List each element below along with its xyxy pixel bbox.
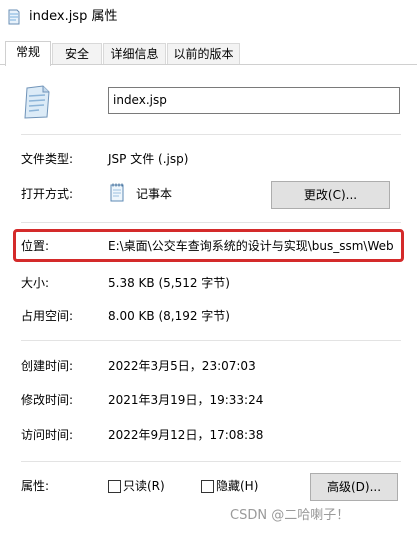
open-with-value: 记事本 bbox=[136, 187, 173, 201]
readonly-checkbox[interactable] bbox=[108, 480, 121, 493]
location-label: 位置: bbox=[21, 239, 50, 253]
accessed-label: 访问时间: bbox=[21, 428, 74, 442]
modified-label: 修改时间: bbox=[21, 393, 74, 407]
tab-previous-versions[interactable]: 以前的版本 bbox=[167, 43, 240, 65]
created-label: 创建时间: bbox=[21, 359, 74, 373]
advanced-button[interactable]: 高级(D)... bbox=[310, 473, 398, 501]
size-label: 大小: bbox=[21, 276, 50, 290]
size-value: 5.38 KB (5,512 字节) bbox=[108, 276, 230, 290]
tab-security[interactable]: 安全 bbox=[52, 43, 102, 65]
tab-details[interactable]: 详细信息 bbox=[103, 43, 166, 65]
divider bbox=[21, 134, 401, 135]
size-on-disk-value: 8.00 KB (8,192 字节) bbox=[108, 309, 230, 323]
accessed-value: 2022年9月12日，17:08:38 bbox=[108, 428, 264, 442]
title-bar: index.jsp 属性 bbox=[0, 0, 417, 34]
size-on-disk-label: 占用空间: bbox=[21, 309, 74, 323]
divider bbox=[21, 340, 401, 341]
divider bbox=[21, 222, 401, 223]
jsp-file-icon bbox=[24, 85, 50, 119]
file-name-field[interactable]: index.jsp bbox=[108, 87, 400, 114]
hidden-label[interactable]: 隐藏(H) bbox=[216, 478, 258, 494]
file-type-label: 文件类型: bbox=[21, 152, 74, 166]
change-button[interactable]: 更改(C)... bbox=[271, 181, 390, 209]
created-value: 2022年3月5日，23:07:03 bbox=[108, 359, 256, 373]
open-with-label: 打开方式: bbox=[21, 187, 74, 201]
tab-general[interactable]: 常规 bbox=[5, 41, 51, 66]
tab-strip: 常规 安全 详细信息 以前的版本 bbox=[0, 41, 417, 66]
file-type-value: JSP 文件 (.jsp) bbox=[108, 152, 189, 166]
readonly-label[interactable]: 只读(R) bbox=[123, 478, 165, 494]
divider bbox=[21, 461, 401, 462]
watermark: CSDN @二哈喇子！ bbox=[230, 508, 350, 523]
window-title: index.jsp 属性 bbox=[29, 9, 118, 24]
modified-value: 2021年3月19日，19:33:24 bbox=[108, 393, 264, 407]
notepad-icon bbox=[110, 183, 124, 202]
jsp-file-icon bbox=[8, 9, 20, 25]
attributes-label: 属性: bbox=[21, 479, 50, 493]
hidden-checkbox[interactable] bbox=[201, 480, 214, 493]
location-value: E:\桌面\公交车查询系统的设计与实现\bus_ssm\Web bbox=[108, 239, 394, 253]
